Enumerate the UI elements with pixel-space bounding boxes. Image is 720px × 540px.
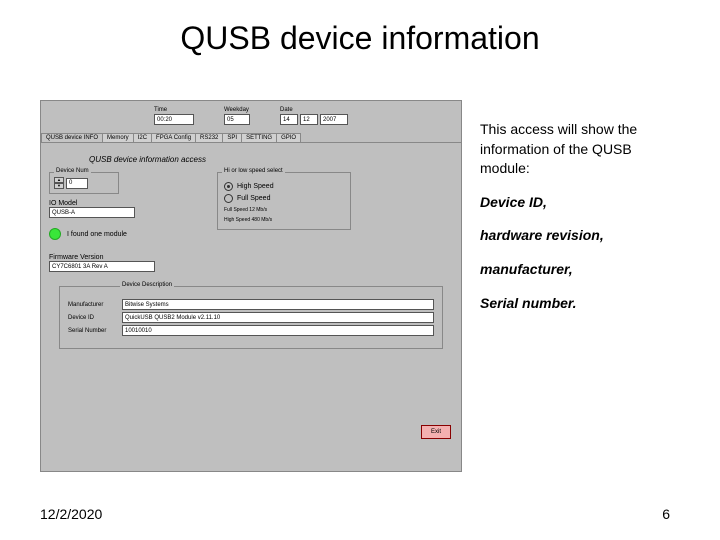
time-label: Time xyxy=(154,107,194,113)
radio-high-speed[interactable]: High Speed xyxy=(224,182,344,191)
date-year-field[interactable]: 2007 xyxy=(320,114,348,125)
desc-caption: Device Description xyxy=(120,282,174,288)
serial-field: 10010010 xyxy=(122,325,434,336)
speed-caption: Hi or low speed select xyxy=(222,168,285,174)
tab-rs232[interactable]: RS232 xyxy=(195,133,223,142)
device-description-group: Device Description Manufacturer Bitwise … xyxy=(59,286,443,349)
footer-date: 12/2/2020 xyxy=(40,506,102,522)
panel-heading: QUSB device information access xyxy=(89,155,453,164)
speed-note-2: High Speed 480 Mb/s xyxy=(224,217,344,223)
app-window: Time 00:20 Weekday 05 Date 14 12 2007 QU… xyxy=(40,100,462,472)
slide-title: QUSB device information xyxy=(0,0,720,57)
date-day-field[interactable]: 14 xyxy=(280,114,298,125)
iomodel-label: IO Model xyxy=(49,200,209,207)
tab-i2c[interactable]: I2C xyxy=(133,133,152,142)
radio-full-speed[interactable]: Full Speed xyxy=(224,194,344,203)
firmware-label: Firmware Version xyxy=(49,254,209,261)
note-intro: This access will show the information of… xyxy=(480,120,680,179)
note-manufacturer: manufacturer, xyxy=(480,260,680,280)
tab-memory[interactable]: Memory xyxy=(102,133,134,142)
devnum-stepper[interactable]: ▲▼ xyxy=(54,177,64,189)
speed-group: Hi or low speed select High Speed Full S… xyxy=(217,172,351,230)
note-serial: Serial number. xyxy=(480,294,680,314)
firmware-field: CY7C6801 3A Rev A xyxy=(49,261,155,272)
tab-fpga[interactable]: FPGA Config xyxy=(151,133,196,142)
tab-setting[interactable]: SETTING xyxy=(241,133,277,142)
annotation-block: This access will show the information of… xyxy=(480,120,680,327)
tab-spi[interactable]: SPI xyxy=(222,133,242,142)
weekday-label: Weekday xyxy=(224,107,250,113)
status-text: I found one module xyxy=(67,231,127,238)
deviceid-label: Device ID xyxy=(68,315,118,321)
note-hw-rev: hardware revision, xyxy=(480,226,680,246)
serial-label: Serial Number xyxy=(68,328,118,334)
exit-button[interactable]: Exit xyxy=(421,425,451,439)
devnum-field[interactable]: 0 xyxy=(66,178,88,189)
note-device-id: Device ID, xyxy=(480,193,680,213)
tab-qusb-info[interactable]: QUSB device INFO xyxy=(41,133,103,142)
devnum-label: Device Num xyxy=(54,168,91,174)
manufacturer-label: Manufacturer xyxy=(68,302,118,308)
deviceid-field: QuickUSB QUSB2 Module v2.11.10 xyxy=(122,312,434,323)
weekday-field[interactable]: 05 xyxy=(224,114,250,125)
radio-high-label: High Speed xyxy=(237,183,274,190)
tab-bar: QUSB device INFO Memory I2C FPGA Config … xyxy=(41,133,461,143)
tab-gpio[interactable]: GPIO xyxy=(276,133,301,142)
date-month-field[interactable]: 12 xyxy=(300,114,318,125)
speed-note-1: Full Speed 12 Mb/s xyxy=(224,207,344,213)
date-label: Date xyxy=(280,107,348,113)
footer-page-number: 6 xyxy=(662,506,670,522)
iomodel-field[interactable]: QUSB-A xyxy=(49,207,135,218)
radio-full-label: Full Speed xyxy=(237,195,270,202)
time-field[interactable]: 00:20 xyxy=(154,114,194,125)
manufacturer-field: Bitwise Systems xyxy=(122,299,434,310)
status-led-icon xyxy=(49,228,61,240)
